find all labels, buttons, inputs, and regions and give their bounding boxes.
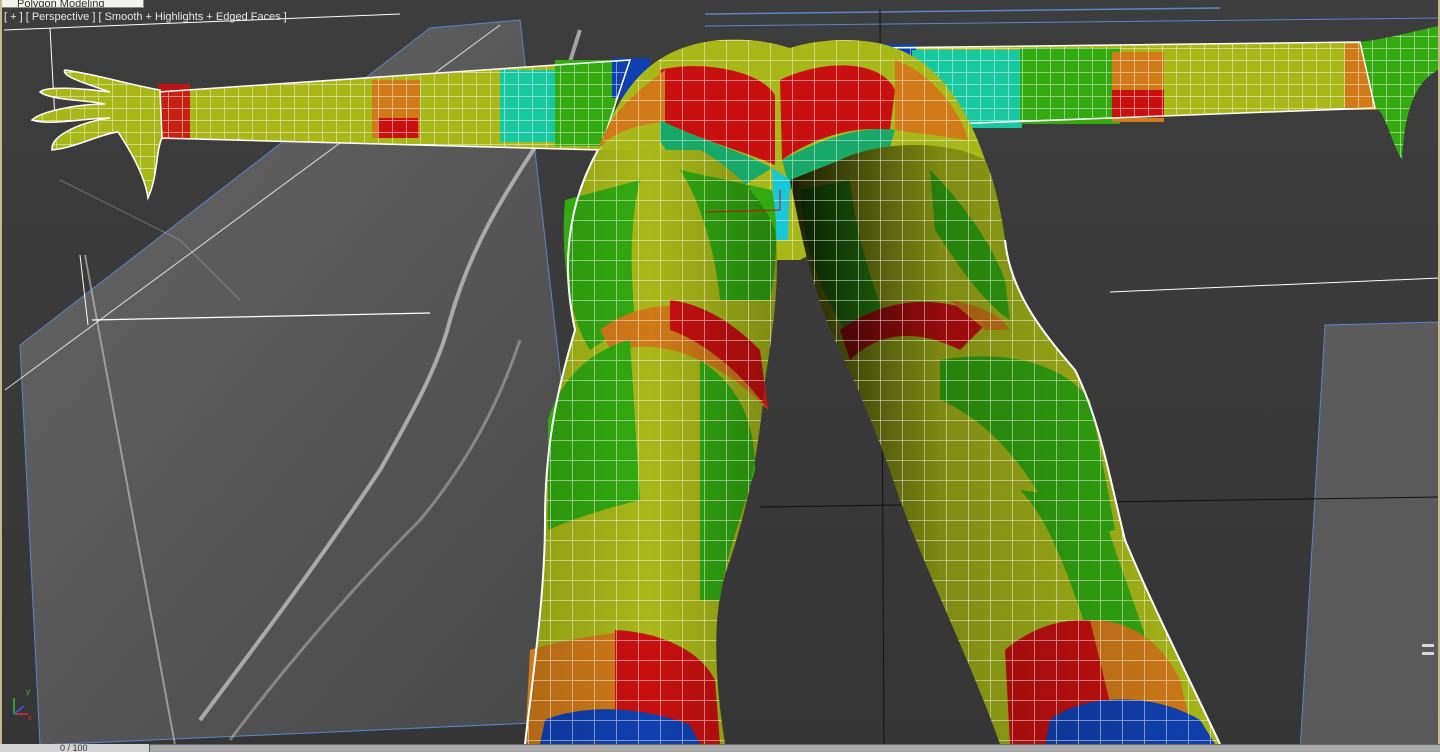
status-bar [0,744,1440,752]
perspective-viewport[interactable]: Polygon Modeling [ + ] [ Perspective ] [… [0,0,1440,752]
svg-text:x: x [28,713,32,722]
viewport-scene[interactable] [0,0,1440,752]
viewport-menu-plus[interactable]: [ + ] [4,11,23,23]
viewport-menu-view[interactable]: [ Perspective ] [26,11,96,23]
viewport-menu-shading[interactable]: [ Smooth + Highlights + Edged Faces ] [98,11,286,23]
viewport-frame-left [0,0,2,752]
viewport-label: [ + ] [ Perspective ] [ Smooth + Highlig… [4,11,287,23]
time-slider[interactable]: 0 / 100 [0,744,150,752]
svg-text:y: y [26,687,30,696]
reference-marker [1422,644,1434,655]
ribbon-tab-polygon-modeling[interactable]: Polygon Modeling [0,0,144,8]
axis-tripod-icon: y x [13,687,32,722]
